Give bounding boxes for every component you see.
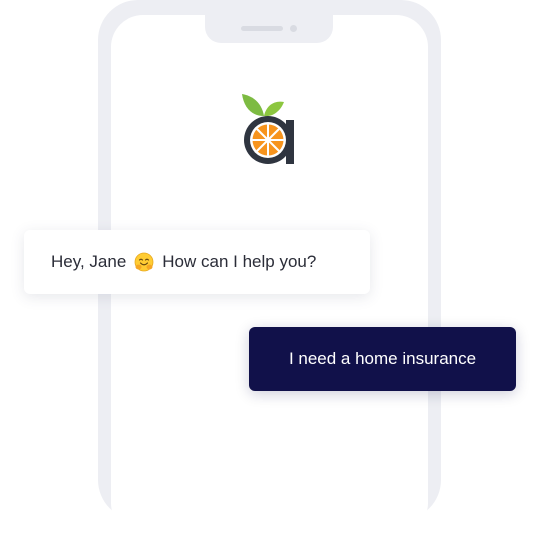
bot-message-bubble: Hey, Jane How can I help you? — [24, 230, 370, 294]
hugging-face-emoji-icon — [134, 252, 154, 272]
bot-greeting-text: Hey, Jane — [51, 252, 127, 271]
phone-speaker — [241, 26, 283, 31]
user-message-bubble: I need a home insurance — [249, 327, 516, 391]
user-message-text: I need a home insurance — [288, 349, 477, 368]
app-logo — [238, 90, 302, 166]
bot-question-text: How can I help you? — [162, 252, 317, 271]
phone-camera — [290, 25, 297, 32]
orange-logo-icon — [242, 94, 294, 164]
